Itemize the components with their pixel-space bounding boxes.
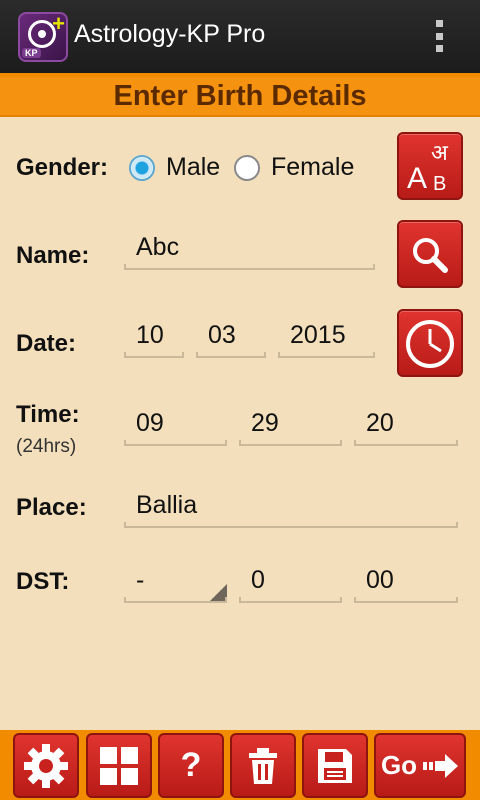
gender-female-radio[interactable]	[234, 155, 260, 181]
trash-icon	[249, 747, 277, 784]
action-bar: + KP Astrology-KP Pro	[0, 0, 480, 73]
help-button[interactable]: ?	[158, 733, 224, 798]
dst-hours-input[interactable]: 0	[239, 563, 342, 603]
save-button[interactable]	[302, 733, 368, 798]
app-title: Astrology-KP Pro	[74, 20, 266, 48]
date-month-input[interactable]: 03	[196, 318, 266, 358]
gender-label: Gender:	[16, 154, 109, 181]
go-button[interactable]: Go	[374, 733, 466, 798]
time-second-input[interactable]: 20	[354, 406, 458, 446]
time-minute-input[interactable]: 29	[239, 406, 342, 446]
language-toggle-icon: अ A B	[407, 141, 449, 195]
language-toggle-button[interactable]: अ A B	[397, 132, 463, 200]
svg-text:अ: अ	[431, 141, 449, 166]
time-hour-input[interactable]: 09	[124, 406, 227, 446]
arrow-right-icon	[423, 753, 459, 778]
app-icon-badge: KP	[22, 48, 41, 58]
kp-app-icon[interactable]: + KP	[18, 12, 68, 62]
dst-sign-dropdown[interactable]: -	[124, 563, 227, 603]
place-input[interactable]: Ballia	[124, 488, 458, 528]
settings-button[interactable]	[13, 733, 79, 798]
dropdown-arrow-icon	[210, 584, 227, 601]
overflow-menu-icon[interactable]	[436, 20, 444, 52]
clock-icon	[406, 320, 454, 368]
time-format-hint: (24hrs)	[16, 436, 77, 457]
name-input[interactable]: Abc	[124, 230, 375, 270]
save-icon	[318, 748, 352, 783]
date-year-input[interactable]: 2015	[278, 318, 375, 358]
app-icon-dot	[38, 30, 46, 38]
svg-text:B: B	[433, 173, 446, 195]
gender-female-label[interactable]: Female	[271, 153, 354, 182]
page-title: Enter Birth Details	[0, 77, 480, 115]
dst-label: DST:	[16, 568, 70, 595]
current-time-button[interactable]	[397, 309, 463, 377]
name-label: Name:	[16, 242, 90, 269]
gear-icon	[24, 743, 68, 788]
date-label: Date:	[16, 330, 77, 357]
date-day-input[interactable]: 10	[124, 318, 184, 358]
search-icon	[413, 238, 448, 273]
app-icon-plus: +	[52, 12, 65, 36]
gender-male-label[interactable]: Male	[166, 153, 220, 182]
search-button[interactable]	[397, 220, 463, 288]
grid-view-button[interactable]	[86, 733, 152, 798]
header-divider	[0, 115, 480, 117]
help-icon: ?	[180, 746, 202, 784]
svg-text:A: A	[407, 162, 427, 195]
delete-button[interactable]	[230, 733, 296, 798]
grid-icon	[100, 746, 138, 785]
go-button-label: Go	[380, 750, 418, 780]
dst-sign-value: -	[136, 566, 145, 594]
gender-male-radio[interactable]	[129, 155, 155, 181]
place-label: Place:	[16, 494, 87, 521]
dst-minutes-input[interactable]: 00	[354, 563, 458, 603]
time-label: Time:	[16, 401, 80, 428]
